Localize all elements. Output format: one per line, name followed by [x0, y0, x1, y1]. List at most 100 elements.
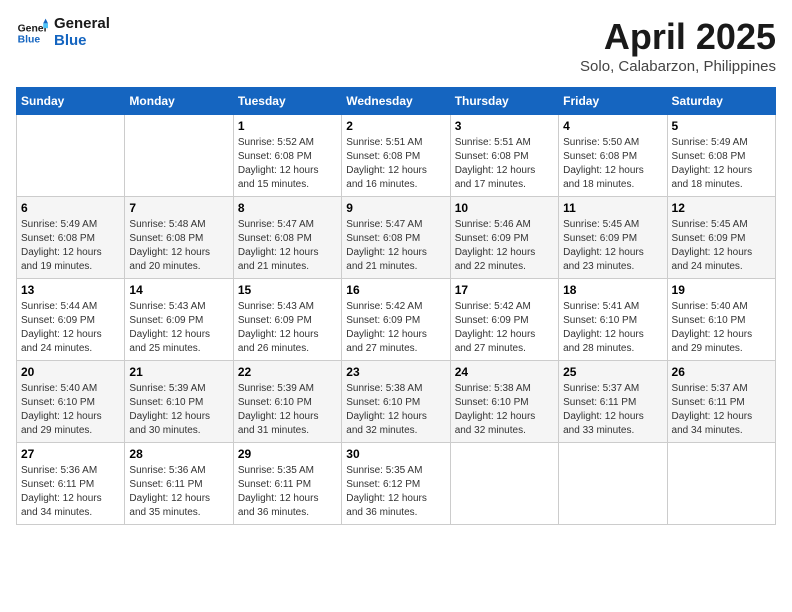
calendar-cell: 4Sunrise: 5:50 AMSunset: 6:08 PMDaylight… — [559, 115, 667, 197]
calendar-cell: 23 Sunrise: 5:38 AMSunset: 6:10 PMDayligh… — [342, 361, 450, 443]
calendar-cell: 21Sunrise: 5:39 AMSunset: 6:10 PMDayligh… — [125, 361, 233, 443]
day-info: Sunrise: 5:48 AMSunset: 6:08 PMDaylight:… — [129, 218, 228, 274]
day-info: Sunrise: 5:39 AMSunset: 6:10 PMDaylight:… — [129, 382, 228, 438]
calendar-cell: 7 Sunrise: 5:48 AMSunset: 6:08 PMDaylight… — [125, 197, 233, 279]
day-info: Sunrise: 5:37 AMSunset: 6:11 PMDaylight:… — [672, 382, 771, 438]
day-info: Sunrise: 5:51 AMSunset: 6:08 PMDaylight:… — [346, 136, 445, 192]
day-info: Sunrise: 5:42 AMSunset: 6:09 PMDaylight:… — [346, 300, 445, 356]
day-number: 13 — [21, 283, 120, 297]
day-number: 25 — [563, 365, 662, 379]
day-number: 22 — [238, 365, 337, 379]
day-info: Sunrise: 5:47 AMSunset: 6:08 PMDaylight:… — [238, 218, 337, 274]
calendar-cell: 17 Sunrise: 5:42 AMSunset: 6:09 PMDayligh… — [450, 279, 558, 361]
calendar-cell — [17, 115, 125, 197]
day-info: Sunrise: 5:51 AMSunset: 6:08 PMDaylight:… — [455, 136, 554, 192]
day-info: Sunrise: 5:46 AMSunset: 6:09 PMDaylight:… — [455, 218, 554, 274]
day-info: Sunrise: 5:40 AMSunset: 6:10 PMDaylight:… — [21, 382, 120, 438]
calendar-body: 1 Sunrise: 5:52 AMSunset: 6:08 PMDaylight… — [17, 115, 776, 525]
logo-text-blue: Blue — [54, 33, 110, 50]
day-number: 1 — [238, 119, 337, 133]
day-number: 5 — [672, 119, 771, 133]
page-header: General Blue General Blue April 2025 Sol… — [16, 16, 776, 75]
calendar-cell: 30 Sunrise: 5:35 AMSunset: 6:12 PMDayligh… — [342, 443, 450, 525]
calendar-cell: 12Sunrise: 5:45 AMSunset: 6:09 PMDayligh… — [667, 197, 775, 279]
day-info: Sunrise: 5:40 AMSunset: 6:10 PMDaylight:… — [672, 300, 771, 356]
day-number: 6 — [21, 201, 120, 215]
calendar-cell: 6 Sunrise: 5:49 AMSunset: 6:08 PMDaylight… — [17, 197, 125, 279]
day-number: 20 — [21, 365, 120, 379]
calendar-cell: 3 Sunrise: 5:51 AMSunset: 6:08 PMDaylight… — [450, 115, 558, 197]
day-info: Sunrise: 5:49 AMSunset: 6:08 PMDaylight:… — [672, 136, 771, 192]
day-number: 23 — [346, 365, 445, 379]
day-info: Sunrise: 5:44 AMSunset: 6:09 PMDaylight:… — [21, 300, 120, 356]
logo: General Blue General Blue — [16, 16, 110, 49]
calendar-cell: 8Sunrise: 5:47 AMSunset: 6:08 PMDaylight… — [233, 197, 341, 279]
weekday-header-tuesday: Tuesday — [233, 88, 341, 115]
calendar-cell: 26 Sunrise: 5:37 AMSunset: 6:11 PMDayligh… — [667, 361, 775, 443]
weekday-header-sunday: Sunday — [17, 88, 125, 115]
calendar-title: April 2025 — [580, 16, 776, 58]
day-number: 9 — [346, 201, 445, 215]
calendar-cell: 16 Sunrise: 5:42 AMSunset: 6:09 PMDayligh… — [342, 279, 450, 361]
calendar-cell: 18Sunrise: 5:41 AMSunset: 6:10 PMDayligh… — [559, 279, 667, 361]
calendar-subtitle: Solo, Calabarzon, Philippines — [580, 58, 776, 75]
calendar-cell: 22Sunrise: 5:39 AMSunset: 6:10 PMDayligh… — [233, 361, 341, 443]
calendar-cell: 25 Sunrise: 5:37 AMSunset: 6:11 PMDayligh… — [559, 361, 667, 443]
day-number: 7 — [129, 201, 228, 215]
day-info: Sunrise: 5:37 AMSunset: 6:11 PMDaylight:… — [563, 382, 662, 438]
weekday-header-friday: Friday — [559, 88, 667, 115]
day-number: 19 — [672, 283, 771, 297]
day-info: Sunrise: 5:42 AMSunset: 6:09 PMDaylight:… — [455, 300, 554, 356]
day-number: 30 — [346, 447, 445, 461]
calendar-cell: 13 Sunrise: 5:44 AMSunset: 6:09 PMDayligh… — [17, 279, 125, 361]
svg-text:Blue: Blue — [18, 34, 41, 45]
day-number: 24 — [455, 365, 554, 379]
day-number: 26 — [672, 365, 771, 379]
logo-text-general: General — [54, 16, 110, 33]
day-number: 29 — [238, 447, 337, 461]
calendar-cell: 5 Sunrise: 5:49 AMSunset: 6:08 PMDaylight… — [667, 115, 775, 197]
calendar-cell — [450, 443, 558, 525]
day-info: Sunrise: 5:49 AMSunset: 6:08 PMDaylight:… — [21, 218, 120, 274]
day-info: Sunrise: 5:43 AMSunset: 6:09 PMDaylight:… — [129, 300, 228, 356]
calendar-cell: 1 Sunrise: 5:52 AMSunset: 6:08 PMDaylight… — [233, 115, 341, 197]
day-number: 2 — [346, 119, 445, 133]
day-info: Sunrise: 5:35 AMSunset: 6:12 PMDaylight:… — [346, 464, 445, 520]
calendar-cell — [559, 443, 667, 525]
day-number: 27 — [21, 447, 120, 461]
calendar-cell: 27 Sunrise: 5:36 AMSunset: 6:11 PMDayligh… — [17, 443, 125, 525]
day-info: Sunrise: 5:36 AMSunset: 6:11 PMDaylight:… — [129, 464, 228, 520]
calendar-cell: 29 Sunrise: 5:35 AMSunset: 6:11 PMDayligh… — [233, 443, 341, 525]
calendar-cell: 19 Sunrise: 5:40 AMSunset: 6:10 PMDayligh… — [667, 279, 775, 361]
weekday-header-wednesday: Wednesday — [342, 88, 450, 115]
calendar-table: SundayMondayTuesdayWednesdayThursdayFrid… — [16, 87, 776, 525]
day-number: 28 — [129, 447, 228, 461]
calendar-cell: 15Sunrise: 5:43 AMSunset: 6:09 PMDayligh… — [233, 279, 341, 361]
title-block: April 2025 Solo, Calabarzon, Philippines — [580, 16, 776, 75]
logo-icon: General Blue — [16, 17, 48, 49]
calendar-cell: 14Sunrise: 5:43 AMSunset: 6:09 PMDayligh… — [125, 279, 233, 361]
day-number: 17 — [455, 283, 554, 297]
calendar-header: SundayMondayTuesdayWednesdayThursdayFrid… — [17, 88, 776, 115]
day-info: Sunrise: 5:45 AMSunset: 6:09 PMDaylight:… — [563, 218, 662, 274]
day-number: 16 — [346, 283, 445, 297]
day-info: Sunrise: 5:45 AMSunset: 6:09 PMDaylight:… — [672, 218, 771, 274]
day-info: Sunrise: 5:35 AMSunset: 6:11 PMDaylight:… — [238, 464, 337, 520]
day-info: Sunrise: 5:36 AMSunset: 6:11 PMDaylight:… — [21, 464, 120, 520]
day-info: Sunrise: 5:38 AMSunset: 6:10 PMDaylight:… — [455, 382, 554, 438]
weekday-header-monday: Monday — [125, 88, 233, 115]
calendar-cell — [125, 115, 233, 197]
day-info: Sunrise: 5:38 AMSunset: 6:10 PMDaylight:… — [346, 382, 445, 438]
calendar-cell: 2 Sunrise: 5:51 AMSunset: 6:08 PMDaylight… — [342, 115, 450, 197]
day-number: 18 — [563, 283, 662, 297]
calendar-cell: 28 Sunrise: 5:36 AMSunset: 6:11 PMDayligh… — [125, 443, 233, 525]
day-number: 11 — [563, 201, 662, 215]
day-number: 3 — [455, 119, 554, 133]
day-info: Sunrise: 5:47 AMSunset: 6:08 PMDaylight:… — [346, 218, 445, 274]
calendar-cell — [667, 443, 775, 525]
day-number: 15 — [238, 283, 337, 297]
day-info: Sunrise: 5:52 AMSunset: 6:08 PMDaylight:… — [238, 136, 337, 192]
calendar-cell: 20 Sunrise: 5:40 AMSunset: 6:10 PMDayligh… — [17, 361, 125, 443]
day-number: 10 — [455, 201, 554, 215]
calendar-cell: 10 Sunrise: 5:46 AMSunset: 6:09 PMDayligh… — [450, 197, 558, 279]
